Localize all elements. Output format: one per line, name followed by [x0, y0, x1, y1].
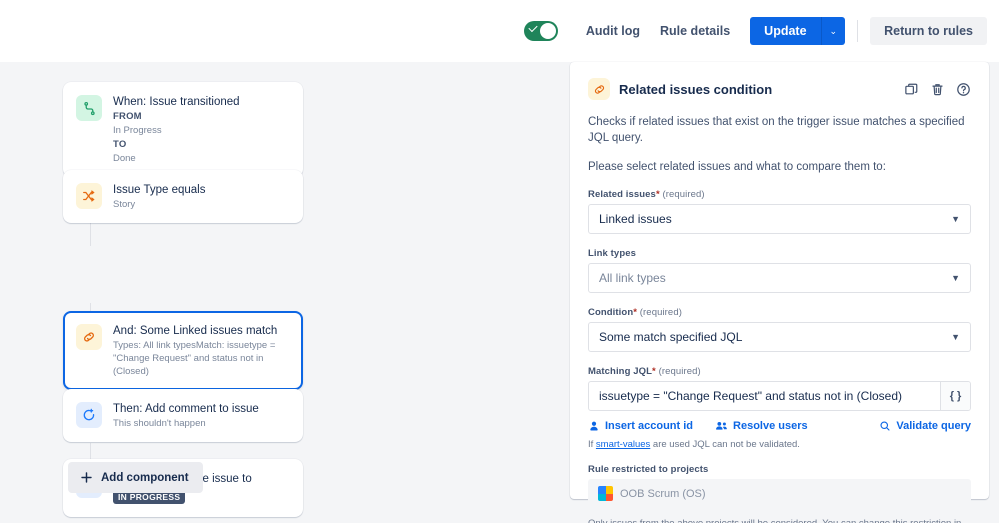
copy-icon[interactable] [904, 82, 919, 97]
check-icon [528, 22, 538, 33]
trash-icon[interactable] [930, 82, 945, 97]
search-icon [880, 421, 890, 431]
rule-restricted-projects-note: Only issues from the above projects will… [588, 517, 971, 523]
validate-query-button[interactable]: Validate query [879, 420, 971, 432]
resolve-users-button[interactable]: Resolve users [715, 420, 808, 432]
person-icon [590, 421, 598, 431]
condition-value: Some match specified JQL [599, 330, 743, 344]
rule-restricted-projects-box: OOB Scrum (OS) [588, 479, 971, 508]
flow-card-to-value: Done [113, 153, 136, 164]
label-text: Related issues [588, 189, 656, 200]
matching-jql-input[interactable] [589, 382, 940, 410]
rule-restricted-projects-label: Rule restricted to projects [588, 464, 709, 475]
required-text: (required) [658, 366, 701, 377]
panel-instruction: Please select related issues and what to… [588, 161, 886, 173]
required-marker: * [652, 366, 656, 377]
comment-add-icon [76, 402, 102, 428]
related-issues-condition-panel: Related issues condition Checks if relat… [570, 62, 989, 523]
chevron-down-icon: ▼ [951, 331, 960, 342]
required-text: (required) [662, 189, 705, 200]
jql-smart-values-hint: If smart-values are used JQL can not be … [588, 439, 971, 450]
update-button[interactable]: Update [750, 17, 821, 45]
jql-actions-row: Insert account id Resolve users Validate… [588, 420, 971, 432]
link-types-label: Link types [588, 248, 636, 259]
resolve-users-label: Resolve users [733, 420, 808, 432]
flow-card-issue-type[interactable]: Issue Type equals Story [63, 170, 303, 223]
chevron-down-icon: ▼ [951, 213, 960, 224]
flow-card-subtitle: This shouldn't happen [113, 418, 206, 429]
panel-description: Checks if related issues that exist on t… [588, 116, 965, 144]
transition-branch-icon [76, 95, 102, 121]
people-icon [716, 421, 727, 430]
update-button-group: Update ⌄ [750, 17, 846, 45]
link-chain-icon [76, 324, 102, 350]
top-toolbar: Audit log Rule details Update ⌄ Return t… [0, 0, 999, 62]
flow-card-title: Issue Type equals [113, 184, 206, 196]
label-text: Condition [588, 307, 634, 318]
flow-card-to-label: TO [113, 139, 127, 150]
flow-card-title: When: Issue transitioned [113, 96, 240, 108]
smart-values-button[interactable]: { } [940, 382, 970, 410]
link-types-value: All link types [599, 271, 666, 285]
add-component-label: Add component [101, 471, 189, 484]
insert-account-id-button[interactable]: Insert account id [588, 420, 693, 432]
flow-card-from-label: FROM [113, 111, 142, 122]
shuffle-arrows-icon [76, 183, 102, 209]
project-avatar [598, 486, 613, 501]
project-chip: OOB Scrum (OS) [596, 485, 712, 502]
related-issues-label: Related issues* (required) [588, 189, 971, 200]
chevron-down-icon: ▼ [951, 272, 960, 283]
condition-select[interactable]: Some match specified JQL ▼ [588, 322, 971, 352]
flow-card-trigger[interactable]: When: Issue transitioned FROM In Progres… [63, 82, 303, 177]
related-issues-value: Linked issues [599, 212, 672, 226]
flow-card-subtitle: Story [113, 199, 136, 210]
audit-log-button[interactable]: Audit log [576, 18, 650, 44]
toggle-knob [539, 23, 556, 39]
label-text: Matching JQL [588, 366, 653, 377]
matching-jql-label: Matching JQL* (required) [588, 366, 971, 377]
link-chain-icon [588, 78, 610, 100]
link-types-select[interactable]: All link types ▼ [588, 263, 971, 293]
return-to-rules-button[interactable]: Return to rules [870, 17, 987, 45]
panel-header-actions [904, 82, 971, 97]
add-component-button[interactable]: Add component [68, 462, 203, 493]
related-issues-select[interactable]: Linked issues ▼ [588, 204, 971, 234]
matching-jql-field[interactable]: { } [588, 381, 971, 411]
rule-details-button[interactable]: Rule details [650, 18, 740, 44]
rule-flow-canvas: When: Issue transitioned FROM In Progres… [0, 62, 560, 523]
flow-card-from-value: In Progress [113, 125, 162, 136]
insert-account-id-label: Insert account id [605, 420, 694, 432]
flow-card-title: And: Some Linked issues match [113, 325, 278, 337]
hint-prefix: If [588, 439, 596, 450]
plus-icon [81, 472, 92, 483]
flow-card-add-comment[interactable]: Then: Add comment to issue This shouldn'… [63, 389, 303, 442]
panel-title: Related issues condition [619, 81, 773, 97]
flow-card-subtitle: Types: All link typesMatch: issuetype = … [113, 340, 276, 377]
flow-connector [90, 220, 91, 246]
condition-label: Condition* (required) [588, 307, 971, 318]
required-marker: * [633, 307, 638, 318]
validate-query-label: Validate query [896, 420, 971, 432]
help-icon[interactable] [956, 82, 971, 97]
required-text: (required) [639, 307, 682, 318]
project-chip-label: OOB Scrum (OS) [620, 487, 706, 500]
required-marker: * [655, 189, 660, 200]
toolbar-divider [857, 20, 859, 42]
flow-card-title: Then: Add comment to issue [113, 403, 259, 415]
panel-header: Related issues condition [588, 78, 971, 100]
update-dropdown-caret-icon[interactable]: ⌄ [820, 17, 846, 45]
automation-rule-builder: Audit log Rule details Update ⌄ Return t… [0, 0, 999, 523]
rule-enabled-toggle[interactable] [523, 21, 558, 41]
smart-values-link[interactable]: smart-values [596, 439, 650, 450]
hint-suffix: are used JQL can not be validated. [650, 439, 800, 450]
flow-card-linked-issues-match[interactable]: And: Some Linked issues match Types: All… [63, 311, 303, 390]
